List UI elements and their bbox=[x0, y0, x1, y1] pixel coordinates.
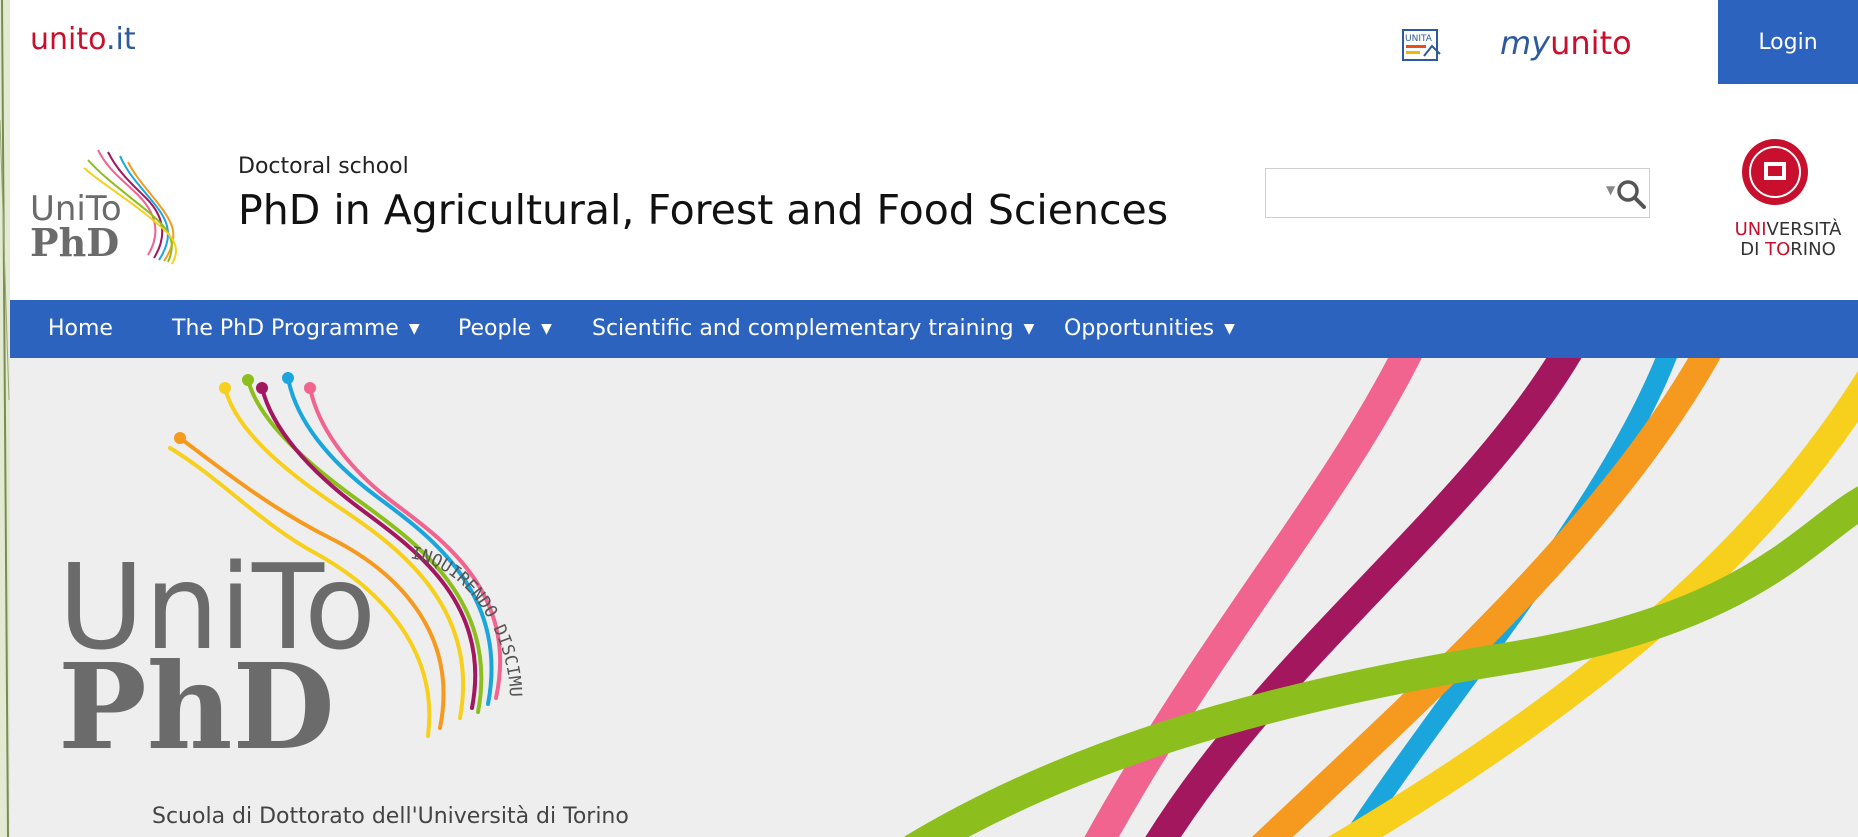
chevron-down-icon: ▼ bbox=[541, 321, 552, 337]
page-title: PhD in Agricultural, Forest and Food Sci… bbox=[238, 186, 1169, 234]
nav-phd-programme[interactable]: The PhD Programme ▼ bbox=[172, 300, 420, 358]
nav-home[interactable]: Home bbox=[48, 300, 113, 358]
svg-text:PhD: PhD bbox=[30, 220, 119, 265]
chevron-down-icon: ▼ bbox=[1224, 321, 1235, 337]
chevron-down-icon: ▼ bbox=[408, 321, 420, 337]
svg-text:PhD: PhD bbox=[58, 637, 335, 768]
university-name: UNIVERSITÀ DI TORINO bbox=[1734, 219, 1842, 260]
unito-site-link[interactable]: unito.it bbox=[30, 22, 136, 57]
unito-phd-logo-large: UniTo PhD INQUIRENDO DISCIMUS bbox=[10, 358, 525, 768]
site-header: UniTo PhD Doctoral school PhD in Agricul… bbox=[10, 84, 1858, 300]
nav-people[interactable]: People ▼ bbox=[458, 300, 552, 358]
top-bar: unito.it UNITA myunito Login bbox=[10, 0, 1858, 84]
hero-caption: Scuola di Dottorato dell'Università di T… bbox=[152, 804, 629, 829]
unito-phd-logo-small[interactable]: UniTo PhD bbox=[28, 140, 198, 270]
unita-icon[interactable]: UNITA bbox=[1400, 24, 1446, 64]
nav-opportunities[interactable]: Opportunities ▼ bbox=[1064, 300, 1235, 358]
search-icon[interactable] bbox=[1616, 179, 1646, 209]
svg-text:UNITA: UNITA bbox=[1405, 34, 1433, 44]
search-input[interactable] bbox=[1266, 169, 1586, 217]
page-subtitle: Doctoral school bbox=[238, 154, 409, 179]
myunito-link[interactable]: myunito bbox=[1500, 24, 1632, 62]
search-dropdown-caret[interactable]: ▼ bbox=[1606, 183, 1615, 197]
university-seal-icon[interactable] bbox=[1740, 134, 1810, 212]
nav-scientific-training[interactable]: Scientific and complementary training ▼ bbox=[592, 300, 1034, 358]
chevron-down-icon: ▼ bbox=[1023, 321, 1035, 337]
search-box: ▼ bbox=[1265, 168, 1650, 218]
login-button[interactable]: Login bbox=[1718, 0, 1858, 84]
browser-page: unito.it UNITA myunito Login UniTo PhD D bbox=[10, 0, 1858, 837]
hero-banner: UniTo PhD INQUIRENDO DISCIMUS Scuola di … bbox=[10, 358, 1858, 837]
main-nav: Home The PhD Programme ▼ People ▼ Scientif… bbox=[10, 300, 1858, 358]
